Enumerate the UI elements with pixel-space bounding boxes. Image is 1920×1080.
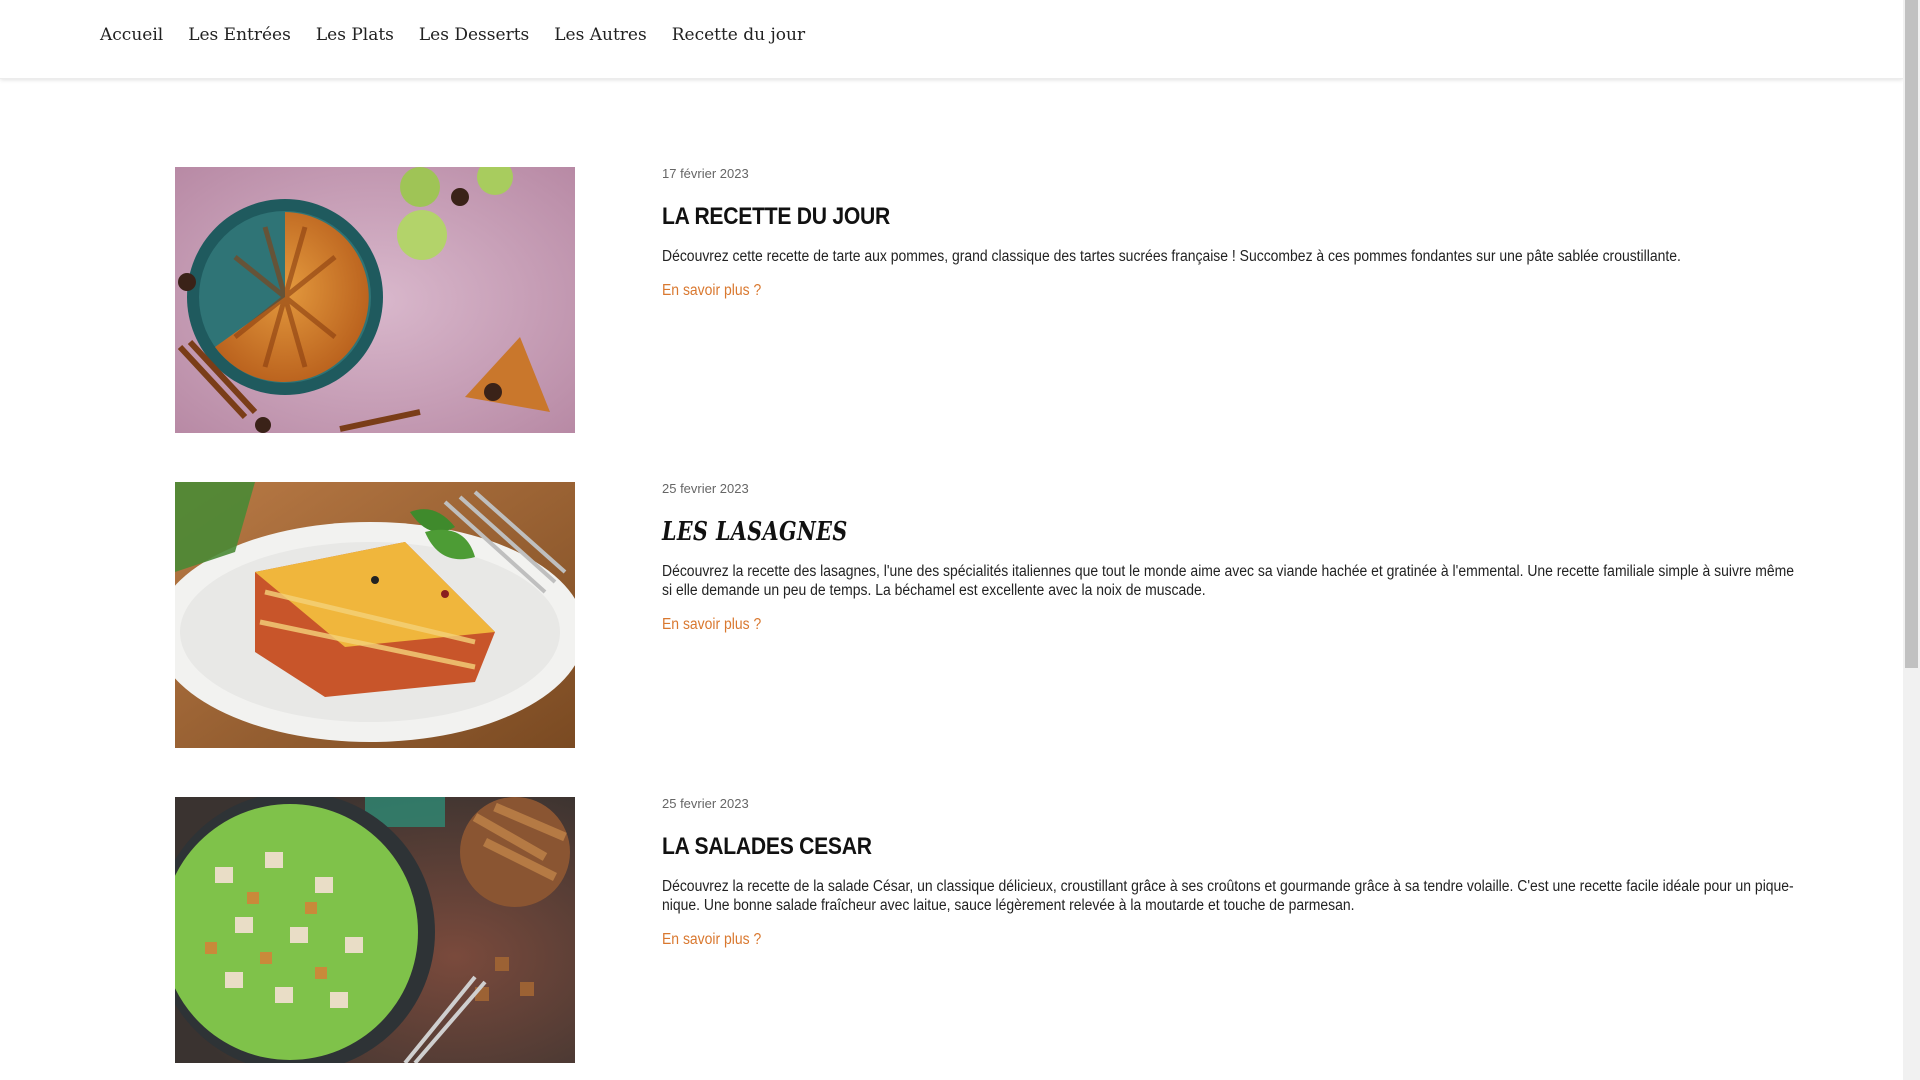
lasagna-photo[interactable]	[175, 482, 575, 748]
read-more-link[interactable]: En savoir plus ?	[662, 616, 761, 634]
nav-item-plats[interactable]: Les Plats	[316, 25, 394, 45]
article-date: 25 fevrier 2023	[662, 796, 749, 811]
article-card: 25 fevrier 2023 LA SALADES CESAR Découvr…	[175, 797, 1815, 1080]
nav-item-desserts[interactable]: Les Desserts	[419, 25, 529, 45]
article-content: 25 fevrier 2023 LA SALADES CESAR Découvr…	[662, 797, 1815, 949]
article-description: Découvrez la recette de la salade César,…	[662, 878, 1794, 914]
vertical-scrollbar[interactable]	[1903, 0, 1920, 1080]
scrollbar-thumb[interactable]	[1905, 0, 1918, 668]
nav-item-entrees[interactable]: Les Entrées	[188, 25, 291, 45]
article-title[interactable]: LES LASAGNES	[662, 518, 1677, 546]
article-content: 25 fevrier 2023 LES LASAGNES Découvrez l…	[662, 482, 1815, 634]
read-more-link[interactable]: En savoir plus ?	[662, 282, 761, 300]
caesar-salad-photo[interactable]	[175, 797, 575, 1063]
nav-item-autres[interactable]: Les Autres	[554, 25, 646, 45]
page: Accueil Les Entrées Les Plats Les Desser…	[0, 0, 1920, 1080]
article-title[interactable]: LA RECETTE DU JOUR	[662, 203, 1677, 231]
read-more-link[interactable]: En savoir plus ?	[662, 931, 761, 949]
article-description: Découvrez la recette des lasagnes, l'une…	[662, 563, 1795, 599]
article-date: 17 février 2023	[662, 166, 749, 181]
nav-menu: Accueil Les Entrées Les Plats Les Desser…	[100, 25, 830, 45]
article-list: 17 février 2023 LA RECETTE DU JOUR Décou…	[175, 167, 1815, 1080]
nav-item-recette-du-jour[interactable]: Recette du jour	[672, 25, 805, 45]
article-title[interactable]: LA SALADES CESAR	[662, 833, 1677, 861]
apple-pie-photo[interactable]	[175, 167, 575, 433]
article-date: 25 fevrier 2023	[662, 481, 749, 496]
article-content: 17 février 2023 LA RECETTE DU JOUR Décou…	[662, 167, 1815, 300]
nav-item-accueil[interactable]: Accueil	[100, 25, 163, 45]
article-card: 25 fevrier 2023 LES LASAGNES Découvrez l…	[175, 482, 1815, 797]
article-card: 17 février 2023 LA RECETTE DU JOUR Décou…	[175, 167, 1815, 482]
article-description: Découvrez cette recette de tarte aux pom…	[662, 248, 1681, 265]
top-navbar: Accueil Les Entrées Les Plats Les Desser…	[0, 0, 1903, 79]
